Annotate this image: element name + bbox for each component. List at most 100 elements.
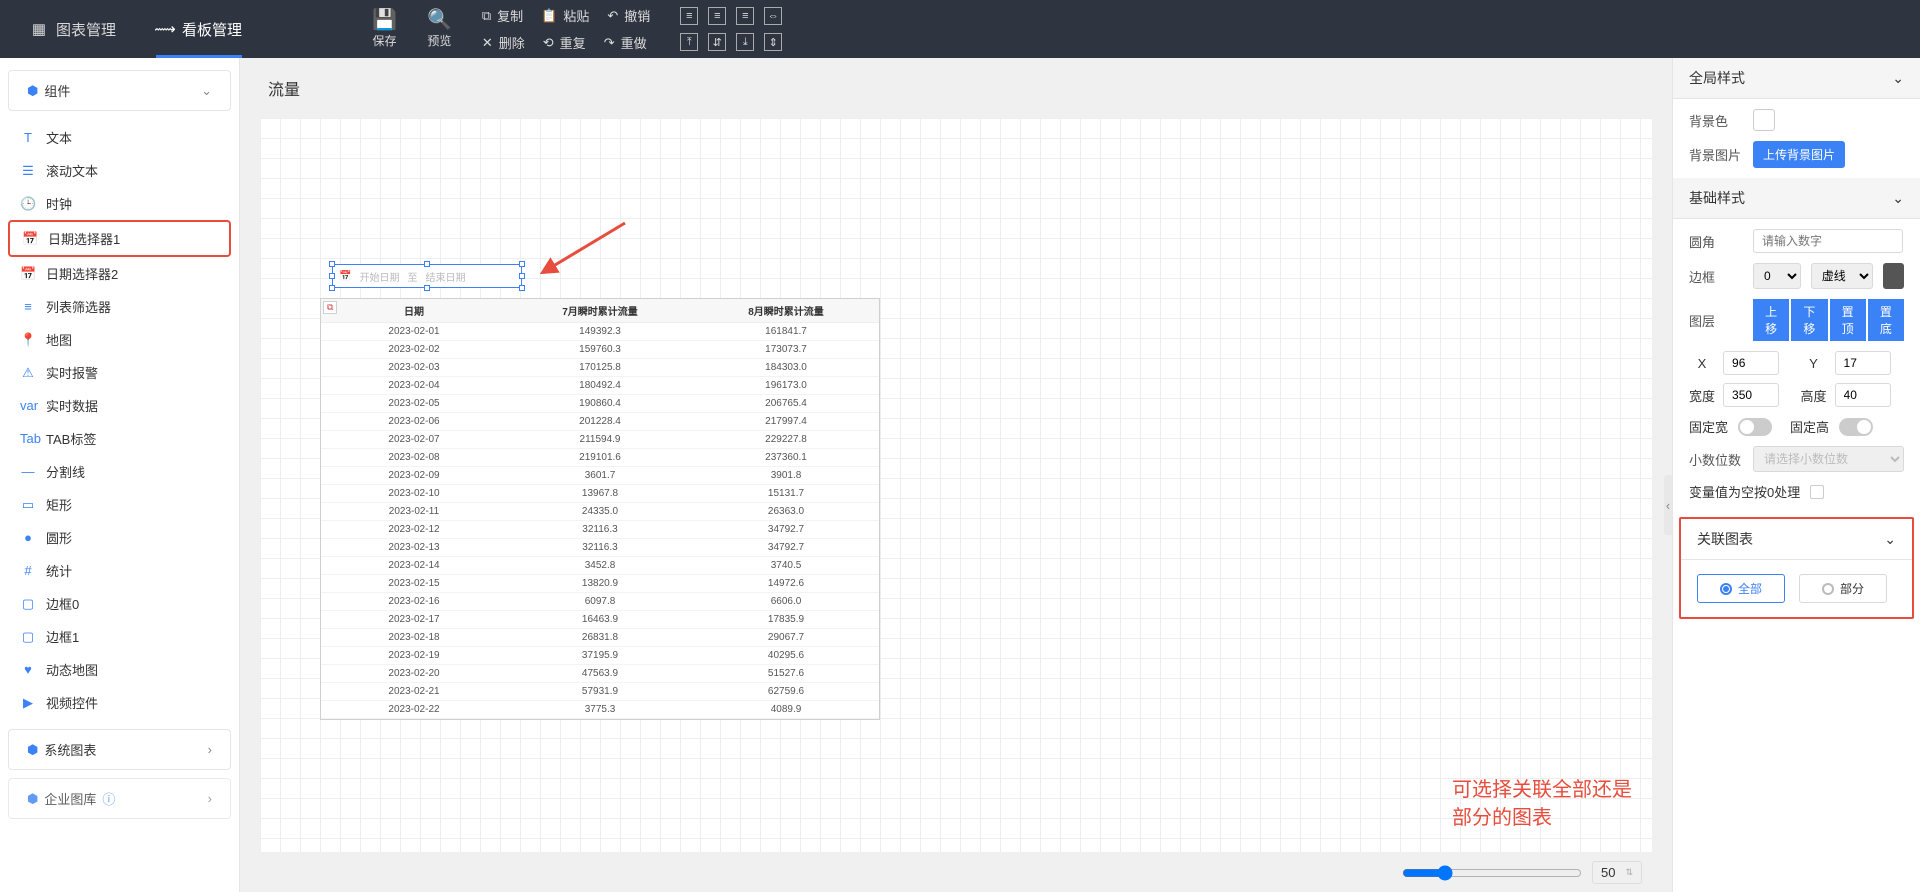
nav-label: 看板管理 [182,19,242,40]
table-cell: 51527.6 [693,665,879,683]
paste-icon: 📋 [541,8,557,24]
component-item[interactable]: 🕒时钟 [8,187,231,220]
align-right-button[interactable]: ≡ [736,7,754,25]
collapse-handle[interactable]: ‹ [1664,475,1672,535]
align-left-button[interactable]: ≡ [680,7,698,25]
radius-input[interactable] [1753,229,1903,253]
resize-handle[interactable] [424,261,430,267]
component-item[interactable]: ☰滚动文本 [8,154,231,187]
fixed-height-toggle[interactable] [1839,418,1873,436]
data-table-widget[interactable]: ⧉ 日期7月瞬时累计流量8月瞬时累计流量 2023-02-01149392.31… [320,298,880,720]
resize-handle[interactable] [519,285,525,291]
resize-handle[interactable] [519,261,525,267]
layer-down-button[interactable]: 下移 [1791,299,1827,341]
component-item[interactable]: var实时数据 [8,389,231,422]
copy-button[interactable]: ⧉ 复制 [482,6,523,25]
component-item[interactable]: #统计 [8,554,231,587]
component-item[interactable]: TabTAB标签 [8,422,231,455]
system-charts-section-header[interactable]: ⬢ 系统图表 › [8,729,231,770]
component-item[interactable]: ▢边框0 [8,587,231,620]
link-chart-header[interactable]: 关联图表 ⌄ [1681,519,1912,560]
date-picker-widget[interactable]: 📅 开始日期 至 结束日期 [332,264,522,288]
layer-bottom-button[interactable]: 置底 [1868,299,1904,341]
component-label: 实时数据 [46,396,98,415]
component-item[interactable]: ▢边框1 [8,620,231,653]
global-style-header[interactable]: 全局样式 ⌄ [1673,58,1920,99]
paste-button[interactable]: 📋 粘贴 [541,6,589,25]
link-all-radio[interactable]: 全部 [1697,574,1785,603]
enterprise-lib-section-header[interactable]: ⬢ 企业图库 ⓘ › [8,778,231,819]
component-item[interactable]: 📍地图 [8,323,231,356]
table-cell: 2023-02-08 [321,449,507,467]
table-row: 2023-02-2047563.951527.6 [321,665,879,683]
zero-handling-checkbox[interactable] [1810,485,1824,499]
align-top-button[interactable]: ⤒ [680,33,698,51]
canvas-annotation-text: 可选择关联全部还是 部分的图表 [1452,776,1632,832]
layer-up-button[interactable]: 上移 [1753,299,1789,341]
undo-button[interactable]: ↶ 撤销 [607,6,650,25]
align-bottom-button[interactable]: ⤓ [736,33,754,51]
resize-handle[interactable] [519,273,525,279]
component-item[interactable]: ⚠实时报警 [8,356,231,389]
zoom-slider[interactable] [1402,865,1582,881]
distribute-h-button[interactable]: ⇔ [764,7,782,25]
component-item[interactable]: ●圆形 [8,521,231,554]
decimal-label: 小数位数 [1689,450,1743,469]
table-cell: 40295.6 [693,647,879,665]
align-center-button[interactable]: ≡ [708,7,726,25]
resize-handle[interactable] [329,261,335,267]
repeat-button[interactable]: ⟲ 重复 [543,33,586,52]
component-item[interactable]: T文本 [8,121,231,154]
component-item[interactable]: 📅日期选择器1 [8,220,231,257]
component-item[interactable]: ♥动态地图 [8,653,231,686]
chevron-right-icon: › [208,791,212,806]
canvas-area[interactable]: 流量 📅 开始日期 至 结束日期 ⧉ [240,58,1672,892]
fixed-width-toggle[interactable] [1738,418,1772,436]
component-item[interactable]: —分割线 [8,455,231,488]
info-icon: ⓘ [102,789,115,808]
component-item[interactable]: ≡列表筛选器 [8,290,231,323]
components-section-header[interactable]: ⬢ 组件 ⌄ [8,70,231,111]
bg-image-label: 背景图片 [1689,145,1743,164]
decimal-select[interactable]: 请选择小数位数 [1753,446,1904,472]
bg-color-swatch[interactable] [1753,109,1775,131]
table-header: 7月瞬时累计流量 [507,299,693,323]
canvas-grid[interactable]: 📅 开始日期 至 结束日期 ⧉ 日期7月瞬时累计流量8月瞬时 [260,118,1652,852]
table-cell: 217997.4 [693,413,879,431]
component-label: 地图 [46,330,72,349]
upload-bg-button[interactable]: 上传背景图片 [1753,141,1845,168]
nav-chart-management[interactable]: ▦ 图表管理 [30,0,116,58]
nav-label: 图表管理 [56,19,116,40]
align-middle-button[interactable]: ⇵ [708,33,726,51]
chevron-up-down-icon: ⇅ [1625,867,1633,878]
link-part-radio[interactable]: 部分 [1799,574,1887,603]
table-cell: 32116.3 [507,521,693,539]
x-input[interactable] [1723,351,1779,375]
height-input[interactable] [1835,383,1891,407]
border-width-select[interactable]: 0 [1753,263,1801,289]
redo-button[interactable]: ↷ 重做 [604,33,647,52]
distribute-v-button[interactable]: ⇕ [764,33,782,51]
nav-board-management[interactable]: ⟿ 看板管理 [156,0,242,58]
delete-button[interactable]: ✕ 删除 [482,33,525,52]
resize-handle[interactable] [329,285,335,291]
zoom-input[interactable]: 50 ⇅ [1592,861,1642,884]
table-cell: 15131.7 [693,485,879,503]
table-cell: 47563.9 [507,665,693,683]
border-color-button[interactable] [1883,263,1904,289]
basic-style-header[interactable]: 基础样式 ⌄ [1673,178,1920,219]
x-label: X [1689,356,1715,371]
table-row: 2023-02-06201228.4217997.4 [321,413,879,431]
component-item[interactable]: ▭矩形 [8,488,231,521]
resize-handle[interactable] [329,273,335,279]
save-button[interactable]: 💾 保存 [372,10,397,49]
border-style-select[interactable]: 虚线 [1811,263,1874,289]
preview-button[interactable]: 🔍 预览 [427,10,452,49]
radio-icon [1822,583,1834,595]
component-item[interactable]: 📅日期选择器2 [8,257,231,290]
width-input[interactable] [1723,383,1779,407]
y-input[interactable] [1835,351,1891,375]
component-item[interactable]: ▶视频控件 [8,686,231,719]
resize-handle[interactable] [424,285,430,291]
layer-top-button[interactable]: 置顶 [1830,299,1866,341]
